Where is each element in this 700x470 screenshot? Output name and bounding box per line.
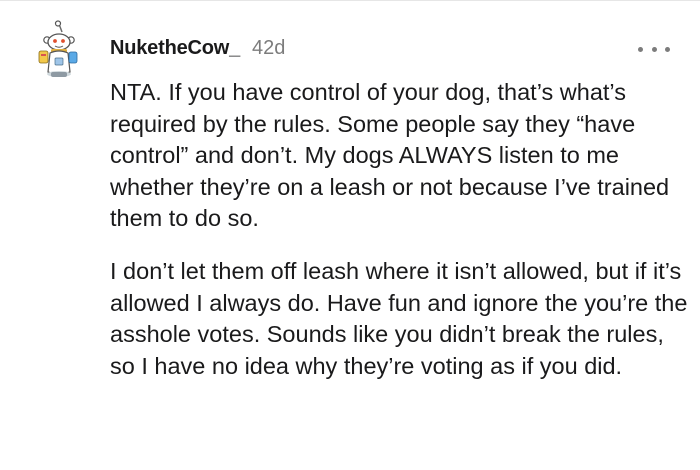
- more-horizontal-icon-dot: [651, 46, 657, 52]
- top-divider: [0, 0, 700, 1]
- comment-header: NuketheCow_ 42d: [110, 37, 285, 63]
- more-options-button[interactable]: [638, 38, 670, 60]
- author-username[interactable]: NuketheCow_: [110, 37, 240, 60]
- comment-paragraph: NTA. If you have control of your dog, th…: [110, 79, 670, 232]
- comment-body: NTA. If you have control of your dog, th…: [110, 77, 692, 382]
- comment-paragraph: I don’t let them off leash where it isn’…: [110, 257, 688, 379]
- comment-age: 42d: [252, 37, 286, 59]
- more-horizontal-icon: [638, 46, 643, 52]
- user-avatar[interactable]: [34, 20, 82, 80]
- more-horizontal-icon-dot: [665, 46, 670, 52]
- snoo-avatar-icon: [38, 20, 78, 77]
